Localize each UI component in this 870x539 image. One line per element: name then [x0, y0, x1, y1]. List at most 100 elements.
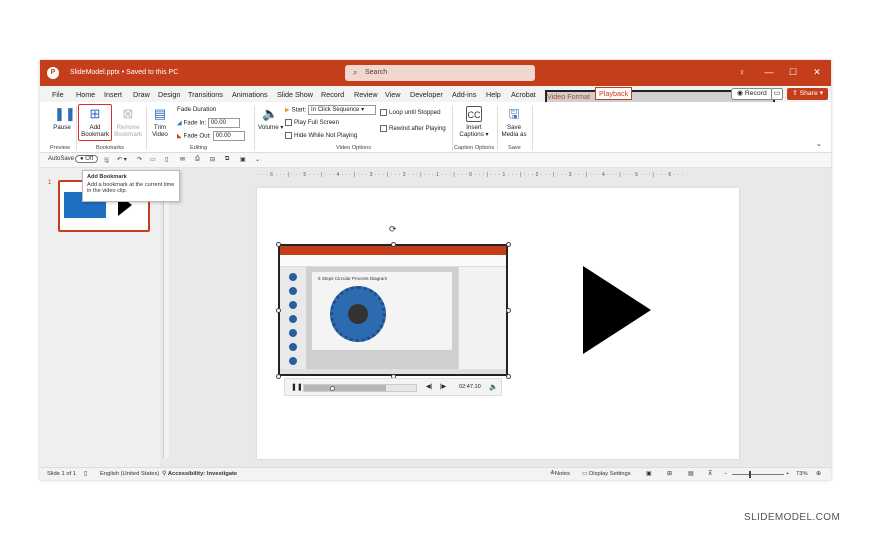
tab-home[interactable]: Home: [76, 90, 95, 99]
print-icon[interactable]: ⎙: [195, 156, 200, 163]
autosave-toggle[interactable]: ● Off: [75, 155, 99, 163]
video-progress-knob[interactable]: [330, 386, 335, 391]
tab-animations[interactable]: Animations: [232, 90, 268, 99]
lightbulb-icon[interactable]: ♀: [735, 67, 749, 77]
notes-button[interactable]: ≜Notes: [550, 471, 570, 477]
customize-toolbar-icon[interactable]: ⌄: [255, 156, 260, 163]
reading-view-icon[interactable]: ▤: [688, 471, 693, 477]
normal-view-icon[interactable]: ▣: [646, 471, 651, 477]
rewind-after-playing-option[interactable]: Rewind after Playing: [380, 125, 446, 132]
fade-in-input[interactable]: 00.00: [207, 118, 240, 128]
present-icon[interactable]: ⊟: [210, 156, 215, 163]
volume-icon[interactable]: 🔈: [489, 383, 498, 391]
tab-file[interactable]: File: [52, 90, 64, 99]
rewind-after-playing-checkbox[interactable]: [380, 125, 387, 132]
tab-acrobat[interactable]: Acrobat: [511, 90, 536, 99]
zoom-level[interactable]: 73%: [796, 471, 808, 477]
volume-button[interactable]: 🔈 Volume ▾: [258, 106, 283, 131]
resize-handle[interactable]: [276, 242, 281, 247]
tab-help[interactable]: Help: [486, 90, 501, 99]
save-media-as-button[interactable]: 🖫 Save Media as: [500, 106, 528, 138]
share-button[interactable]: ⇪ Share ▾: [787, 88, 829, 100]
resize-handle[interactable]: [276, 374, 281, 379]
resize-handle[interactable]: [391, 242, 396, 247]
video-progress-bar[interactable]: [303, 384, 417, 392]
comments-button[interactable]: ▭: [771, 88, 783, 100]
skip-forward-icon[interactable]: |▶: [440, 383, 446, 390]
video-progress-fill: [304, 385, 386, 391]
skip-back-icon[interactable]: ◀|: [426, 383, 432, 390]
notes-label: Notes: [554, 471, 571, 477]
save-icon[interactable]: 🖫: [104, 156, 109, 166]
display-settings-button[interactable]: ▭ Display Settings: [582, 471, 631, 477]
remove-bookmark-button[interactable]: ⊠ Remove Bookmark: [113, 106, 143, 138]
group-label-save: Save: [508, 145, 521, 151]
open-folder-icon[interactable]: ▭: [150, 156, 156, 163]
video-frame-thumb: [289, 329, 297, 337]
video-frame-slide: 6 Steps Circular Process Diagram: [312, 272, 452, 350]
slide-canvas[interactable]: ⟳ 6 Steps Circular Process Diagram ❚❚ ◀|…: [257, 188, 739, 459]
captions-icon: CC: [466, 106, 482, 122]
zoom-out-icon[interactable]: −: [724, 471, 727, 477]
maximize-icon[interactable]: ☐: [786, 67, 800, 78]
play-full-screen-option[interactable]: Play Full Screen: [285, 119, 339, 126]
display-settings-label: Display Settings: [589, 471, 631, 477]
close-icon[interactable]: ✕: [810, 67, 824, 78]
insert-captions-button[interactable]: CC Insert Captions ▾: [457, 106, 491, 138]
play-full-screen-checkbox[interactable]: [285, 119, 292, 126]
resize-handle[interactable]: [506, 308, 511, 313]
zoom-slider-knob[interactable]: [749, 471, 751, 478]
resize-handle[interactable]: [506, 374, 511, 379]
loop-until-stopped-checkbox[interactable]: [380, 109, 387, 116]
quick-access-toolbar: AutoSave ● Off 🖫 ↶ ▾ ↷ ▭ ▯ ✉ ⎙ ⊟ ⧉ ▣ ⌄: [40, 153, 831, 168]
powerpoint-window: P SlideModel.pptx • Saved to this PC ⌕ S…: [40, 60, 831, 480]
pause-icon[interactable]: ❚❚: [291, 383, 303, 391]
slide-show-icon[interactable]: ⊼: [708, 471, 712, 477]
hide-while-not-playing-option[interactable]: Hide While Not Playing: [285, 132, 357, 139]
tab-record[interactable]: Record: [321, 90, 344, 99]
tab-developer[interactable]: Developer: [410, 90, 443, 99]
resize-handle[interactable]: [276, 308, 281, 313]
group-label-editing: Editing: [190, 145, 208, 151]
record-button[interactable]: ◉ Record: [731, 88, 773, 100]
zoom-slider[interactable]: [732, 474, 784, 475]
fit-slide-icon[interactable]: ⊕: [816, 471, 821, 477]
document-title: SlideModel.pptx • Saved to this PC: [70, 69, 179, 76]
trim-video-button[interactable]: ▤ Trim Video: [149, 106, 171, 138]
language[interactable]: English (United States): [100, 471, 159, 477]
collapse-ribbon-icon[interactable]: ⌄: [816, 140, 822, 148]
slide-sorter-icon[interactable]: ⊞: [667, 471, 672, 477]
accessibility-status[interactable]: ⚲ Accessibility: Investigate: [162, 471, 237, 477]
slides-icon[interactable]: ⧉: [225, 156, 229, 163]
loop-until-stopped-option[interactable]: Loop until Stopped: [380, 109, 441, 116]
tab-transitions[interactable]: Transitions: [188, 90, 223, 99]
start-dropdown[interactable]: In Click Sequence ▾: [308, 105, 377, 115]
video-object[interactable]: 6 Steps Circular Process Diagram: [278, 244, 508, 376]
tab-playback[interactable]: Playback: [595, 87, 633, 100]
new-file-icon[interactable]: ▯: [165, 156, 168, 163]
tab-slide-show[interactable]: Slide Show: [277, 90, 313, 99]
fade-in-label: Fade In:: [183, 119, 207, 127]
play-triangle-shape[interactable]: [583, 266, 651, 354]
fade-out-input[interactable]: 00.00: [212, 131, 245, 141]
tab-add-ins[interactable]: Add-ins: [452, 90, 476, 99]
tab-review[interactable]: Review: [354, 90, 378, 99]
from-beginning-icon[interactable]: ▣: [240, 156, 246, 163]
rotate-handle-icon[interactable]: ⟳: [389, 224, 397, 235]
search-box[interactable]: ⌕ Search: [345, 65, 535, 81]
hide-while-not-playing-checkbox[interactable]: [285, 132, 292, 139]
tab-insert[interactable]: Insert: [104, 90, 122, 99]
zoom-in-icon[interactable]: +: [786, 471, 789, 477]
pause-button[interactable]: ❚❚ Pause: [52, 106, 76, 131]
redo-icon[interactable]: ↷: [137, 156, 142, 163]
tab-draw[interactable]: Draw: [133, 90, 150, 99]
tab-view[interactable]: View: [385, 90, 400, 99]
minimize-icon[interactable]: —: [762, 67, 776, 77]
gear-diagram-icon: [330, 286, 386, 342]
email-icon[interactable]: ✉: [180, 156, 185, 163]
undo-icon[interactable]: ↶ ▾: [117, 156, 127, 163]
resize-handle[interactable]: [506, 242, 511, 247]
tab-design[interactable]: Design: [158, 90, 180, 99]
spelling-icon[interactable]: ▯: [84, 471, 87, 477]
insert-captions-label-2: Captions: [459, 131, 484, 138]
